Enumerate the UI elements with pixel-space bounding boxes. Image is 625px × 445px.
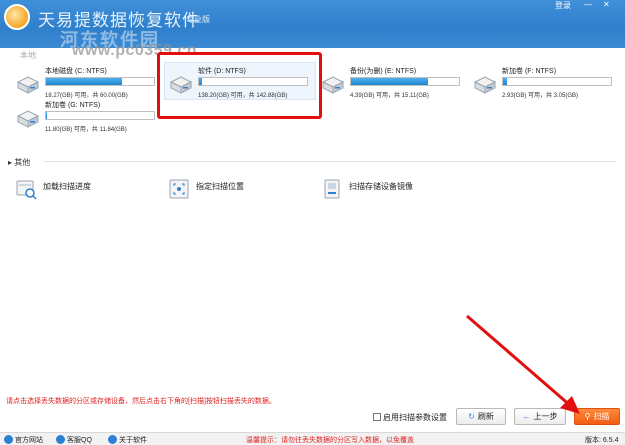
drive-usage-bar xyxy=(45,77,155,86)
disk-image-label: 扫描存储设备镜像 xyxy=(349,182,413,191)
drive-size-text: 2.93(GB) 可用，共 3.05(GB) xyxy=(502,93,579,99)
checkbox-box[interactable] xyxy=(373,413,381,421)
section-divider xyxy=(44,161,616,162)
title-bar: 天易提数据恢复软件 专业版 河东软件园 登录 — ✕ xyxy=(0,0,625,48)
drive-item[interactable]: 新加卷 (F: NTFS) 2.93(GB) 可用，共 3.05(GB) xyxy=(472,66,622,110)
drive-name: 新加卷 (G: NTFS) xyxy=(45,102,101,109)
refresh-button[interactable]: ↻ 刷新 xyxy=(456,408,506,425)
drive-usage-fill xyxy=(46,78,122,85)
checkbox-label: 启用扫描参数设置 xyxy=(383,413,447,422)
back-button[interactable]: ← 上一步 xyxy=(514,408,566,425)
load-progress-icon xyxy=(16,180,37,200)
drive-name: 本地磁盘 (C: NTFS) xyxy=(45,68,107,75)
drive-size-text: 4.39(GB) 可用，共 15.11(GB) xyxy=(350,93,429,99)
other-section-label: ▸ 其他 xyxy=(8,158,31,167)
scan-location-label: 指定扫描位置 xyxy=(196,182,244,191)
selected-drive-highlight xyxy=(157,52,322,119)
disk-image-icon xyxy=(324,179,340,199)
drive-usage-fill xyxy=(46,112,48,119)
qq-link[interactable]: 客服QQ xyxy=(56,435,92,445)
refresh-icon: ↻ xyxy=(468,412,475,421)
minimize-button[interactable]: — xyxy=(584,0,592,10)
drive-size-text: 11.80(GB) 可用，共 11.84(GB) xyxy=(45,127,127,133)
hard-drive-icon xyxy=(473,76,497,94)
scan-params-checkbox[interactable]: 启用扫描参数设置 xyxy=(373,412,447,423)
status-bar: 官方网站 客服QQ 关于软件 温馨提示：请勿往丢失数据的分区写入数据，以免覆盖 … xyxy=(0,432,625,445)
search-icon: ⚲ xyxy=(584,412,591,421)
hard-drive-icon xyxy=(321,76,345,94)
qq-icon xyxy=(56,435,65,444)
arrow-left-icon: ← xyxy=(522,412,531,421)
version-text: 版本: 6.5.4 xyxy=(585,437,619,444)
hint-text: 请点击选择丢失数据的分区或存储设备，然后点击右下角的[扫描]按钮扫描丢失的数据。 xyxy=(6,398,276,405)
close-button[interactable]: ✕ xyxy=(603,0,610,10)
hard-drive-icon xyxy=(16,110,40,128)
app-edition: 专业版 xyxy=(186,15,210,24)
app-logo-icon xyxy=(4,4,30,30)
drive-item[interactable]: 新加卷 (G: NTFS) 11.80(GB) 可用，共 11.84(GB) xyxy=(15,100,165,144)
about-link[interactable]: 关于软件 xyxy=(108,435,147,445)
drive-name: 新加卷 (F: NTFS) xyxy=(502,68,557,75)
drive-name: 备份(为删) (E: NTFS) xyxy=(350,68,417,75)
scan-location-icon xyxy=(169,179,189,199)
info-icon xyxy=(108,435,117,444)
website-link[interactable]: 官方网站 xyxy=(4,435,43,445)
drive-usage-bar xyxy=(45,111,155,120)
load-progress-label: 加载扫描进度 xyxy=(43,182,91,191)
drive-usage-bar xyxy=(350,77,460,86)
scan-button[interactable]: ⚲ 扫描 xyxy=(574,408,620,425)
hard-drive-icon xyxy=(16,76,40,94)
drive-usage-bar xyxy=(502,77,612,86)
drives-section-label: 本地 xyxy=(20,51,36,60)
home-icon xyxy=(4,435,13,444)
drive-item[interactable]: 备份(为删) (E: NTFS) 4.39(GB) 可用，共 15.11(GB) xyxy=(320,66,470,110)
drive-usage-fill xyxy=(351,78,428,85)
login-button[interactable]: 登录 xyxy=(555,0,571,10)
drive-size-text: 18.27(GB) 可用，共 60.00(GB) xyxy=(45,93,128,99)
drive-usage-fill xyxy=(503,78,508,85)
notice-text: 温馨提示：请勿往丢失数据的分区写入数据，以免覆盖 xyxy=(246,437,414,444)
